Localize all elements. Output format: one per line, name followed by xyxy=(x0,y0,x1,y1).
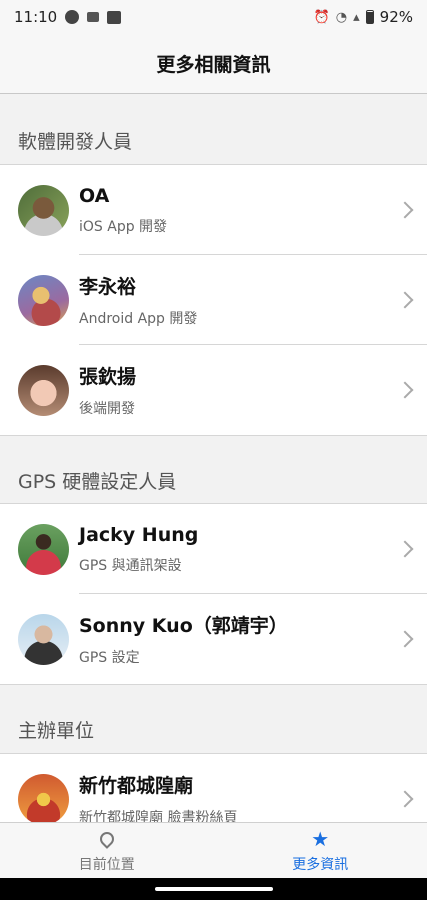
tab-label: 更多資訊 xyxy=(292,856,349,873)
avatar xyxy=(18,523,69,575)
section-header-gps: GPS 硬體設定人員 xyxy=(18,471,177,493)
signal-icon: ▴ xyxy=(353,9,360,25)
list-item[interactable]: 李永裕 Android App 開發 xyxy=(0,255,427,345)
home-indicator[interactable] xyxy=(154,887,273,891)
navigation-bar: 更多相關資訊 xyxy=(0,34,427,94)
organizer-subtitle: 新竹都城隍廟 臉書粉絲頁 xyxy=(79,810,238,822)
avatar xyxy=(18,613,69,665)
avatar xyxy=(18,274,69,326)
tab-current-location[interactable]: 目前位置 xyxy=(0,823,214,878)
battery-icon xyxy=(365,10,374,24)
avatar xyxy=(18,364,69,416)
location-pin-icon xyxy=(96,828,117,850)
section-software-developers: OA iOS App 開發 李永裕 Android App 開發 張欽揚 後端開… xyxy=(0,164,427,436)
page-title: 更多相關資訊 xyxy=(156,54,271,76)
organizer-name: 新竹都城隍廟 xyxy=(79,775,194,797)
person-name: Sonny Kuo（郭靖宇） xyxy=(79,615,288,637)
person-name: 張欽揚 xyxy=(79,366,137,388)
avatar xyxy=(18,773,69,822)
status-time: 11:10 xyxy=(14,8,58,26)
battery-percent: 92% xyxy=(379,8,413,26)
section-organizer: 新竹都城隍廟 新竹都城隍廟 臉書粉絲頁 xyxy=(0,753,427,822)
person-name: OA xyxy=(79,184,110,207)
person-role: GPS 與通訊架設 xyxy=(79,557,182,574)
system-navigation-bar xyxy=(0,878,427,900)
tab-more-info[interactable]: ★ 更多資訊 xyxy=(214,823,427,878)
status-bar: 11:10 ⏰ ◔ ▴ 92% xyxy=(0,0,427,34)
notification-icon xyxy=(87,12,100,22)
app-notification-icon xyxy=(65,10,80,24)
tab-label: 目前位置 xyxy=(78,856,135,873)
alarm-icon: ⏰ xyxy=(313,9,330,25)
image-notification-icon xyxy=(107,10,122,24)
list-item[interactable]: Sonny Kuo（郭靖宇） GPS 設定 xyxy=(0,594,427,684)
tab-bar: 目前位置 ★ 更多資訊 xyxy=(0,822,427,878)
person-role: iOS App 開發 xyxy=(79,218,168,235)
avatar xyxy=(18,184,69,236)
person-name: 李永裕 xyxy=(79,276,137,298)
section-header-software: 軟體開發人員 xyxy=(18,131,133,153)
list-item[interactable]: 新竹都城隍廟 新竹都城隍廟 臉書粉絲頁 xyxy=(0,754,427,822)
section-gps-hardware: Jacky Hung GPS 與通訊架設 Sonny Kuo（郭靖宇） GPS … xyxy=(0,503,427,685)
person-role: 後端開發 xyxy=(79,401,135,417)
star-icon: ★ xyxy=(311,826,330,851)
section-header-organizer: 主辦單位 xyxy=(18,720,95,742)
person-name: Jacky Hung xyxy=(79,523,199,546)
list-item[interactable]: OA iOS App 開發 xyxy=(0,165,427,255)
list-item[interactable]: Jacky Hung GPS 與通訊架設 xyxy=(0,504,427,594)
wifi-icon: ◔ xyxy=(335,9,348,25)
list-item[interactable]: 張欽揚 後端開發 xyxy=(0,345,427,435)
person-role: Android App 開發 xyxy=(79,311,198,327)
person-role: GPS 設定 xyxy=(79,650,140,666)
